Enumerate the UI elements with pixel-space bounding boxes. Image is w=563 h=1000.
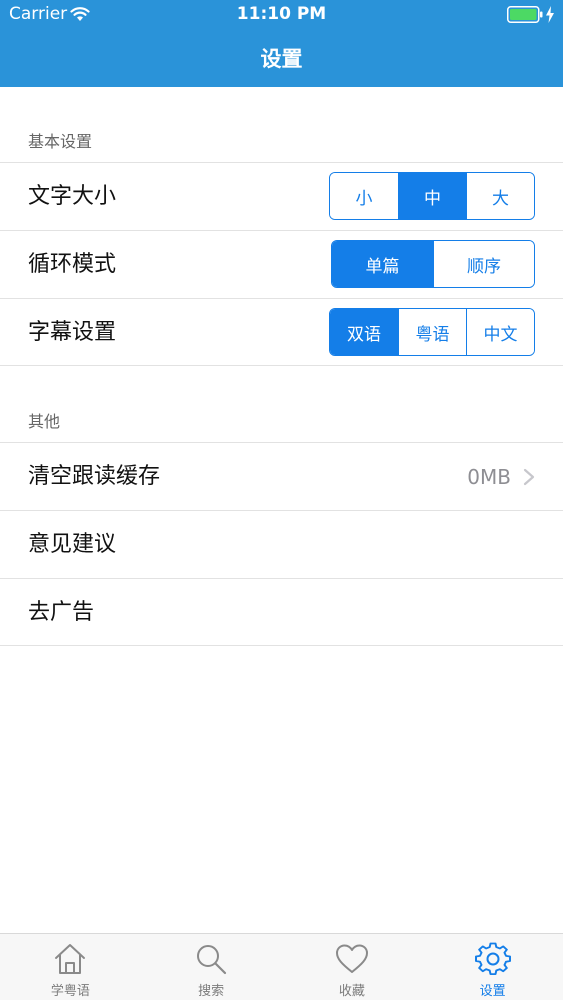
clear-cache-label: 清空跟读缓存 [28, 464, 161, 489]
battery-icon [507, 6, 543, 23]
loop-mode-option-sequential[interactable]: 顺序 [433, 241, 534, 287]
app-header: Carrier 11:10 PM 设置 [0, 0, 563, 87]
font-size-option-medium[interactable]: 中 [398, 173, 466, 219]
tab-bar: 学粤语 搜索 收藏 设置 [0, 933, 563, 1000]
chevron-right-icon [523, 468, 535, 486]
status-bar: Carrier 11:10 PM [0, 0, 563, 30]
gear-icon [474, 942, 511, 976]
section-header-basic-label: 基本设置 [28, 132, 93, 151]
loop-mode-segmented-control: 单篇 顺序 [331, 240, 535, 288]
search-icon [197, 945, 227, 975]
subtitle-segmented-control: 双语 粤语 中文 [329, 308, 535, 356]
subtitle-option-chinese[interactable]: 中文 [466, 309, 534, 355]
tab-favorites[interactable]: 收藏 [282, 934, 423, 1000]
tab-settings[interactable]: 设置 [422, 934, 563, 1000]
tab-search[interactable]: 搜索 [141, 934, 282, 1000]
font-size-option-small[interactable]: 小 [330, 173, 398, 219]
page-title: 设置 [260, 47, 303, 71]
loop-mode-row: 循环模式 单篇 顺序 [0, 230, 563, 298]
font-size-row: 文字大小 小 中 大 [0, 162, 563, 230]
home-icon [55, 944, 86, 974]
settings-list: 基本设置 文字大小 小 中 大 循环模式 单篇 顺序 字幕设置 双语 粤语 中文… [0, 87, 563, 646]
loop-mode-label: 循环模式 [28, 252, 117, 277]
feedback-row[interactable]: 意见建议 [0, 510, 563, 578]
section-header-basic: 基本设置 [0, 87, 563, 162]
subtitle-option-bilingual[interactable]: 双语 [330, 309, 398, 355]
font-size-segmented-control: 小 中 大 [329, 172, 535, 220]
subtitle-label: 字幕设置 [28, 320, 117, 345]
tab-search-label: 搜索 [198, 984, 225, 999]
tab-learn-cantonese-label: 学粤语 [50, 984, 90, 999]
tab-learn-cantonese[interactable]: 学粤语 [0, 934, 141, 1000]
heart-icon [335, 944, 368, 973]
section-header-other-label: 其他 [28, 412, 61, 431]
font-size-label: 文字大小 [28, 184, 117, 209]
charging-icon [546, 6, 554, 23]
loop-mode-option-single[interactable]: 单篇 [332, 241, 433, 287]
tab-favorites-label: 收藏 [338, 984, 365, 999]
subtitle-row: 字幕设置 双语 粤语 中文 [0, 298, 563, 366]
feedback-label: 意见建议 [28, 532, 117, 557]
remove-ads-label: 去广告 [28, 600, 95, 625]
subtitle-option-cantonese[interactable]: 粤语 [398, 309, 466, 355]
cache-size-value: 0MB [467, 465, 511, 489]
remove-ads-row[interactable]: 去广告 [0, 578, 563, 646]
font-size-option-large[interactable]: 大 [466, 173, 534, 219]
clear-cache-row[interactable]: 清空跟读缓存 0MB [0, 442, 563, 510]
tab-settings-label: 设置 [479, 984, 506, 999]
status-time: 11:10 PM [236, 4, 327, 24]
section-header-other: 其他 [0, 366, 563, 442]
